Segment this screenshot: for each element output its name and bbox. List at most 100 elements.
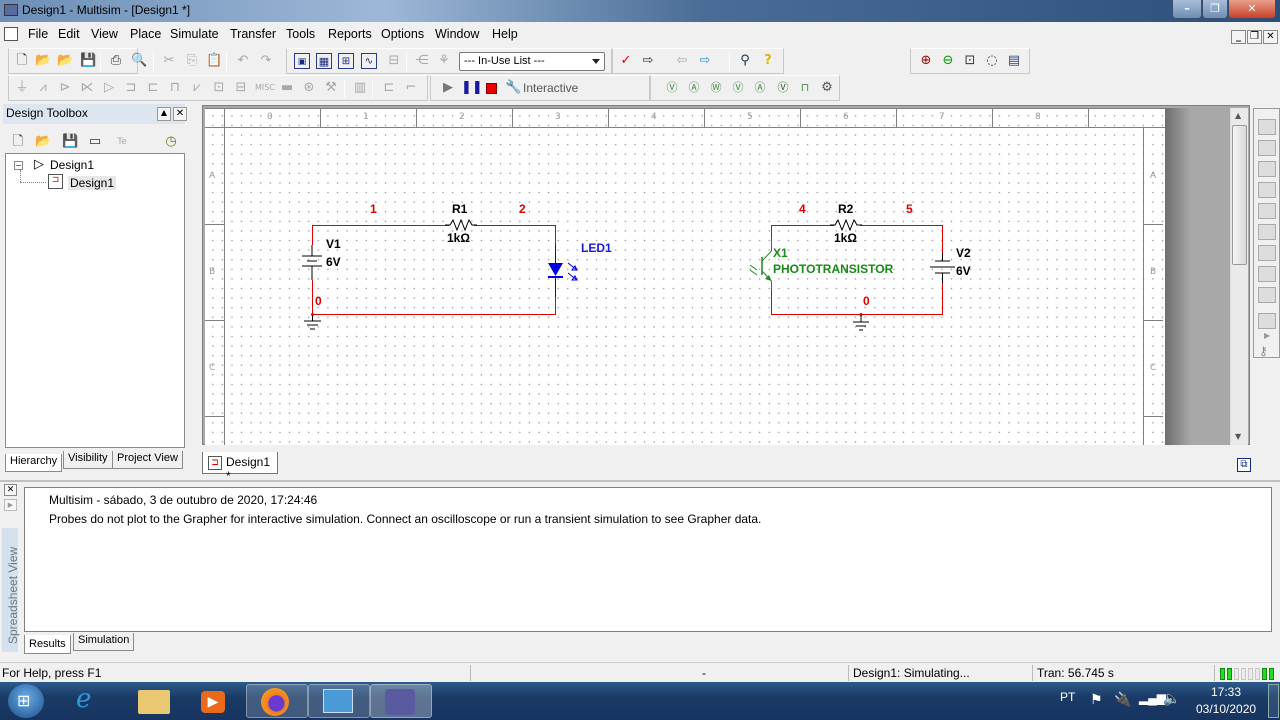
logic-analyzer-icon[interactable] xyxy=(1258,287,1276,303)
wire[interactable] xyxy=(474,225,556,226)
tab-results[interactable]: Results xyxy=(24,635,71,654)
wire[interactable] xyxy=(312,314,556,315)
forward-annotate-icon[interactable]: ⇨ xyxy=(697,53,713,69)
clock-date[interactable]: 03/10/2020 xyxy=(1196,702,1256,716)
stop-icon[interactable] xyxy=(486,83,497,94)
menu-simulate[interactable]: Simulate xyxy=(170,27,219,41)
zoom-fit-icon[interactable]: ◌ xyxy=(984,53,1000,69)
four-channel-oscilloscope-icon[interactable] xyxy=(1258,203,1276,219)
place-misc-digital-icon[interactable]: ⊓ xyxy=(167,80,183,96)
tab-simulation[interactable]: Simulation xyxy=(73,633,135,651)
tab-visibility[interactable]: Visibility xyxy=(63,451,113,469)
reference-probe-icon[interactable]: Ⓥ xyxy=(775,80,791,96)
menu-place[interactable]: Place xyxy=(130,27,161,41)
close-design-icon[interactable]: ▭ xyxy=(87,134,103,150)
place-mcu-icon[interactable]: ▥ xyxy=(352,80,368,96)
tree-item-design-sheet[interactable]: Design1 xyxy=(68,176,117,190)
wire[interactable] xyxy=(555,225,556,247)
place-bus-icon[interactable]: ⌐ xyxy=(403,80,419,96)
tab-hierarchy[interactable]: Hierarchy xyxy=(5,454,63,472)
resistor-r1[interactable] xyxy=(445,219,477,231)
component-wizard-icon[interactable]: ⊞ xyxy=(338,53,354,69)
wire[interactable] xyxy=(771,288,772,315)
taskbar-internet-explorer[interactable]: e xyxy=(62,684,124,718)
document-icon[interactable] xyxy=(4,27,18,41)
place-analog-icon[interactable]: ▷ xyxy=(101,80,117,96)
print-preview-icon[interactable]: 🔍 xyxy=(131,53,147,69)
resistor-r2[interactable] xyxy=(830,219,862,231)
wire[interactable] xyxy=(312,225,449,226)
taskbar-media-player[interactable]: ▶ xyxy=(184,684,246,718)
back-annotate-icon[interactable]: ⇦ xyxy=(674,53,690,69)
dc-voltage-source-v2[interactable] xyxy=(928,253,958,285)
iv-analyzer-icon[interactable] xyxy=(1258,313,1276,329)
wire[interactable] xyxy=(942,282,943,315)
template-icon[interactable]: Te xyxy=(114,134,130,150)
menu-options[interactable]: Options xyxy=(381,27,424,41)
grapher-icon[interactable]: ∿ xyxy=(361,53,377,69)
place-advanced-peripherals-icon[interactable]: ▬ xyxy=(279,80,295,96)
create-component-icon[interactable]: ⋲ xyxy=(414,53,430,69)
menu-file[interactable]: File xyxy=(28,27,48,41)
place-source-icon[interactable]: ⏚ xyxy=(14,80,30,96)
save-design-icon[interactable]: 💾 xyxy=(62,134,78,150)
power-probe-icon[interactable]: Ⓦ xyxy=(708,80,724,96)
taskbar-control-panel[interactable] xyxy=(308,684,370,718)
wattmeter-icon[interactable] xyxy=(1258,161,1276,177)
open-folder-icon[interactable]: 📂 xyxy=(35,53,51,69)
probe-settings-gear-icon[interactable]: ⚙ xyxy=(819,80,835,96)
multimeter-icon[interactable] xyxy=(1258,119,1276,135)
wrench-icon[interactable]: 🔧 xyxy=(505,80,521,96)
scroll-down-arrow[interactable]: ▼ xyxy=(1235,432,1241,441)
wire[interactable] xyxy=(942,225,943,255)
digital-probe-icon[interactable]: ⊓ xyxy=(797,80,813,96)
spreadsheet-close-button[interactable]: ✕ xyxy=(4,484,17,496)
toolbox-close-button[interactable]: ✕ xyxy=(173,107,187,121)
measurement-probe-icon[interactable]: ⚷ xyxy=(1259,344,1268,358)
power-plug-icon[interactable]: 🔌 xyxy=(1114,691,1131,708)
database-manager-icon[interactable]: ⊟ xyxy=(386,53,402,69)
menu-view[interactable]: View xyxy=(91,27,118,41)
taskbar-file-explorer[interactable] xyxy=(124,684,186,718)
close-button[interactable]: ✕ xyxy=(1228,0,1276,19)
voltage-probe-icon[interactable]: Ⓥ xyxy=(664,80,680,96)
zoom-in-icon[interactable]: ⊕ xyxy=(918,53,934,69)
postprocessor-icon[interactable]: ⚘ xyxy=(436,53,452,69)
mdi-minimize-button[interactable]: _ xyxy=(1231,30,1246,44)
electrical-rules-check-icon[interactable]: ✓ xyxy=(618,53,634,69)
wire[interactable] xyxy=(771,225,834,226)
project-history-icon[interactable]: ◷ xyxy=(163,134,179,150)
place-diode-icon[interactable]: ⊳ xyxy=(57,80,73,96)
save-icon[interactable]: 💾 xyxy=(80,53,96,69)
expand-arrow-icon[interactable]: ▶ xyxy=(1264,331,1270,340)
network-signal-icon[interactable]: ▂▄▆ xyxy=(1139,691,1166,705)
scroll-up-arrow[interactable]: ▲ xyxy=(1235,111,1241,120)
place-basic-icon[interactable]: ⩘ xyxy=(35,80,51,96)
toolbox-float-button[interactable]: ▲ xyxy=(157,107,171,121)
find-examples-icon[interactable]: ⚲ xyxy=(737,53,753,69)
menu-tools[interactable]: Tools xyxy=(286,27,315,41)
run-icon[interactable]: ▶ xyxy=(440,80,456,96)
menu-edit[interactable]: Edit xyxy=(58,27,80,41)
place-hierarchical-block-icon[interactable]: ⊏ xyxy=(381,80,397,96)
copy-icon[interactable]: ⎘ xyxy=(184,53,200,69)
place-transistor-icon[interactable]: ⋉ xyxy=(79,80,95,96)
tab-project-view[interactable]: Project View xyxy=(112,451,183,469)
wire[interactable] xyxy=(860,225,943,226)
minimize-button[interactable]: – xyxy=(1172,0,1202,19)
restore-button[interactable]: ❐ xyxy=(1202,0,1228,19)
interactive-analysis-label[interactable]: Interactive xyxy=(523,81,578,95)
undo-icon[interactable]: ↶ xyxy=(235,53,251,69)
zoom-area-icon[interactable]: ⊡ xyxy=(962,53,978,69)
paste-icon[interactable]: 📋 xyxy=(206,53,222,69)
schematic-canvas[interactable] xyxy=(205,108,1165,445)
open-samples-icon[interactable]: 📂 xyxy=(57,53,73,69)
voltage-current-probe-icon[interactable]: Ⓐ xyxy=(752,80,768,96)
place-mixed-icon[interactable]: ⩗ xyxy=(189,80,205,96)
show-desktop-button[interactable] xyxy=(1268,684,1279,718)
spreadsheet-view-toggle-icon[interactable]: ▦ xyxy=(316,53,332,69)
help-icon[interactable]: ? xyxy=(760,53,776,69)
action-center-flag-icon[interactable]: ⚑ xyxy=(1090,691,1103,708)
mdi-restore-button[interactable]: ❐ xyxy=(1247,30,1262,44)
mdi-close-button[interactable]: ✕ xyxy=(1263,30,1278,44)
